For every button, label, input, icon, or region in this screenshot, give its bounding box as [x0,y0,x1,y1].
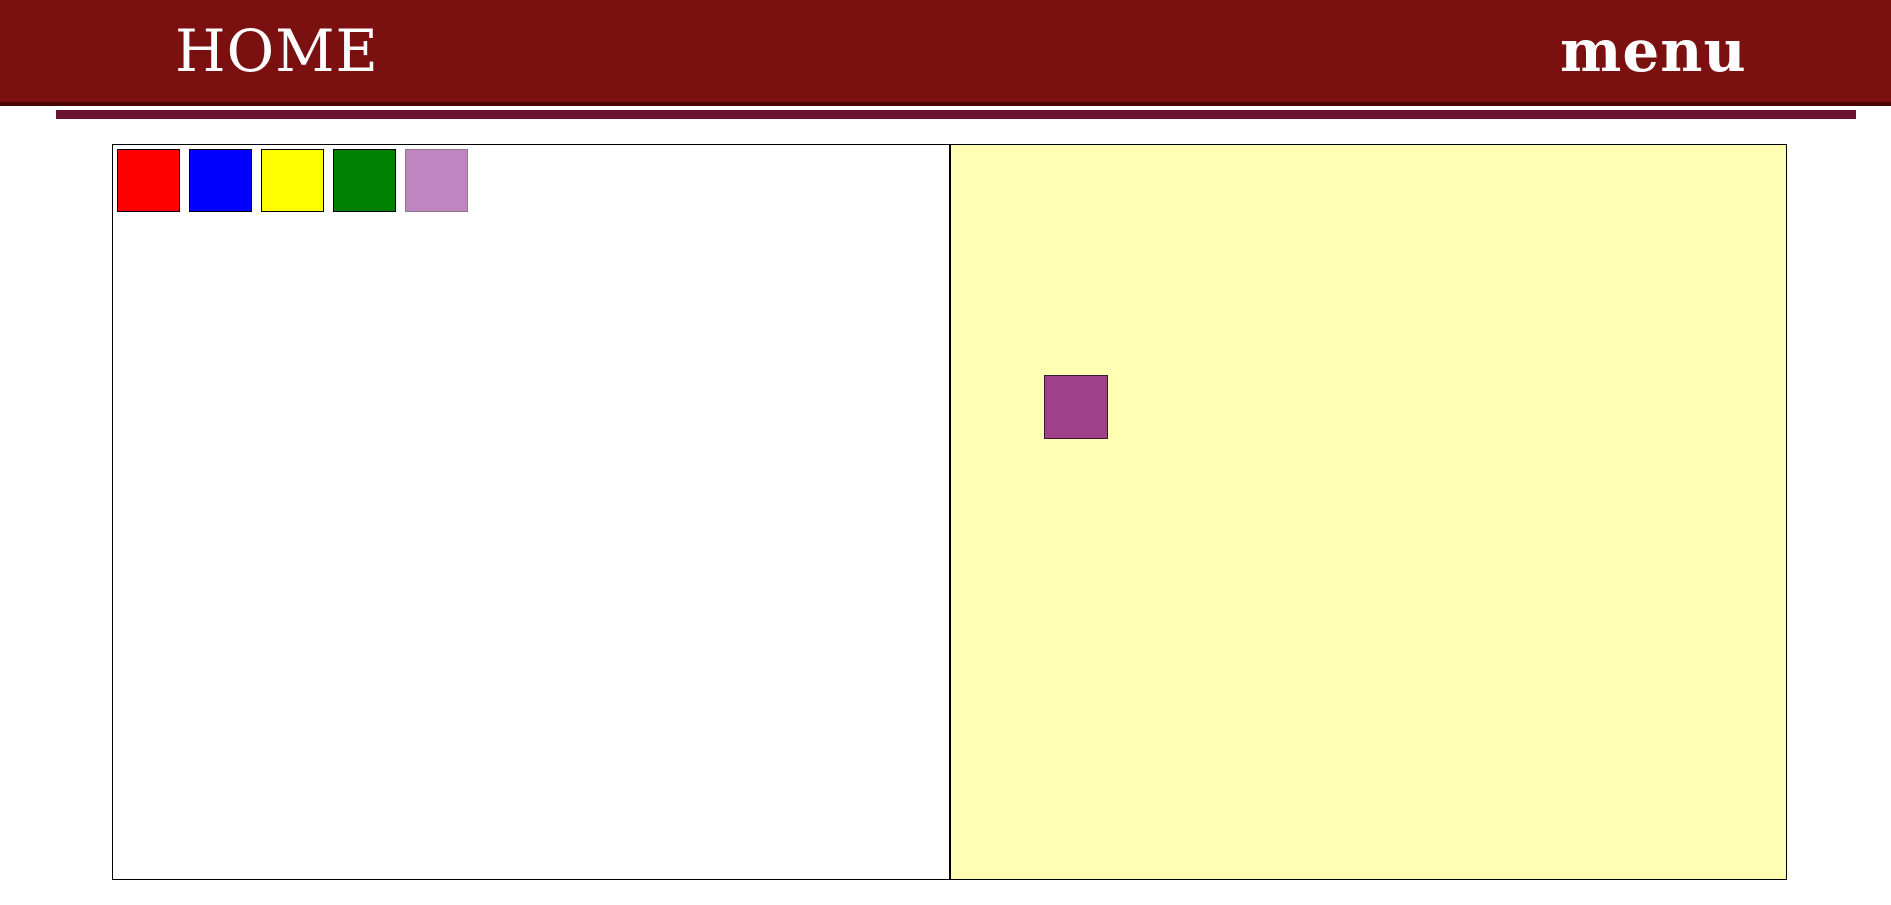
top-header: HOME menu [0,0,1891,106]
color-palette-panel [112,144,950,880]
swatch-lilac[interactable] [405,149,468,212]
swatch-yellow[interactable] [261,149,324,212]
drop-canvas-panel[interactable] [949,144,1787,880]
swatch-blue[interactable] [189,149,252,212]
placed-purple-square[interactable] [1044,375,1108,439]
swatch-green[interactable] [333,149,396,212]
header-shadow-bar [56,110,1856,119]
home-title[interactable]: HOME [175,14,379,88]
swatch-red[interactable] [117,149,180,212]
menu-button[interactable]: menu [1560,14,1747,88]
